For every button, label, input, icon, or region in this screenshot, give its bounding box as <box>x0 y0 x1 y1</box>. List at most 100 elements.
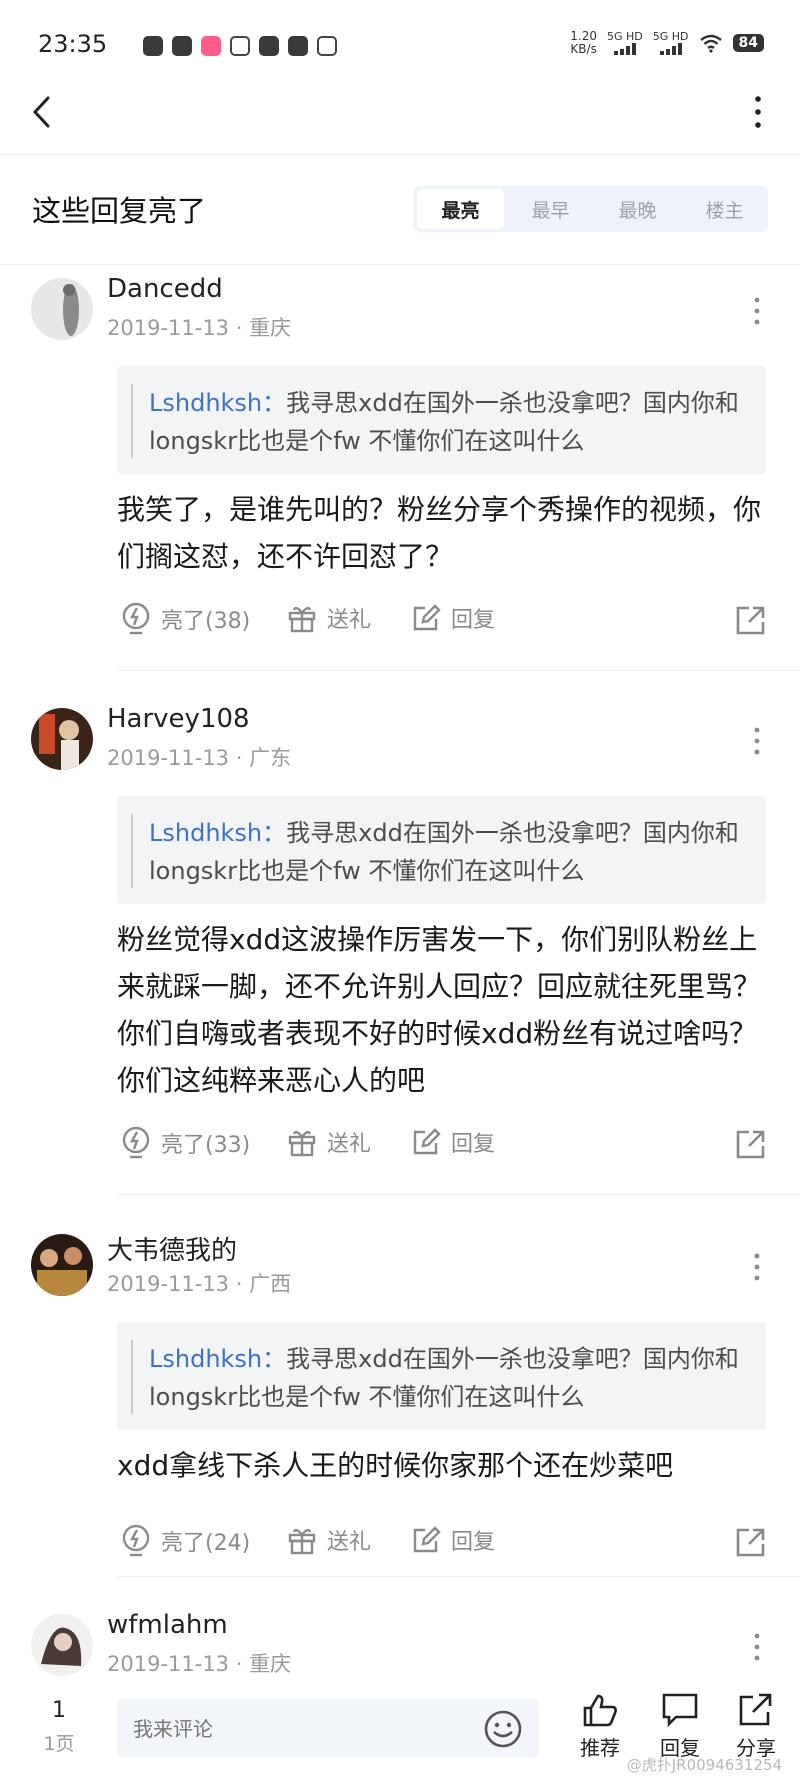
username[interactable]: 大韦德我的 <box>107 1230 237 1267</box>
comment-meta: 2019-11-13 · 重庆 <box>107 316 292 340</box>
top-nav <box>0 96 800 155</box>
recommend-button[interactable]: 推荐 <box>570 1692 630 1761</box>
lightbulb-icon <box>122 1524 150 1557</box>
comment-body: xdd拿线下杀人王的时候你家那个还在炒菜吧 <box>117 1449 674 1482</box>
comment-input[interactable] <box>117 1698 465 1760</box>
gift-button[interactable]: 送礼 <box>287 1524 371 1556</box>
comment-date: 2019-11-13 <box>107 1272 230 1296</box>
quote-username[interactable]: Lshdhksh： <box>149 389 286 417</box>
bottom-bar: 1 1页 推荐 回复 分享 @虎扑JR0094631254 <box>0 1680 800 1778</box>
status-indicators: 1.20 KB/s 5G HD 5G HD 84 <box>570 30 764 56</box>
edit-icon <box>413 1128 441 1155</box>
weibo-icon <box>143 36 163 56</box>
gift-button[interactable]: 送礼 <box>287 602 371 634</box>
edit-icon <box>413 604 441 631</box>
page-indicator[interactable]: 1 1页 <box>36 1698 82 1756</box>
thumbs-up-icon <box>583 1694 617 1727</box>
share-icon[interactable] <box>735 604 767 636</box>
divider <box>0 264 800 265</box>
more-icon[interactable] <box>752 726 762 756</box>
battery-indicator: 84 <box>732 34 764 52</box>
gift-icon <box>288 1528 316 1555</box>
lightbulb-icon <box>122 1126 150 1159</box>
avatar[interactable] <box>31 1614 93 1676</box>
quote-bar <box>131 384 133 458</box>
speech-bubble-icon <box>662 1693 698 1728</box>
username[interactable]: wfmlahm <box>107 1610 228 1640</box>
divider <box>117 1194 800 1195</box>
signal-icon: 5G HD <box>653 31 689 55</box>
quote-username[interactable]: Lshdhksh： <box>149 1345 286 1373</box>
page-current: 1 <box>52 1698 66 1723</box>
comment-region: 广东 <box>249 746 292 770</box>
comment-meta: 2019-11-13 · 重庆 <box>107 1652 292 1676</box>
app-icon <box>230 36 250 56</box>
comment-body: 粉丝觉得xdd这波操作厉害发一下，你们别队粉丝上来就踩一脚，还不允许别人回应？回… <box>117 923 762 1097</box>
quote-bar <box>131 814 133 888</box>
like-button[interactable]: 亮了(38) <box>121 602 250 636</box>
comment-meta: 2019-11-13 · 广东 <box>107 746 292 770</box>
avatar[interactable] <box>31 278 93 340</box>
share-icon[interactable] <box>735 1526 767 1558</box>
comment-actions: 亮了(24) 送礼 回复 <box>117 1524 767 1564</box>
more-icon[interactable] <box>752 1252 762 1282</box>
app-icon <box>288 36 308 56</box>
quoted-reply[interactable]: Lshdhksh：我寻思xdd在国外一杀也没拿吧？国内你和longskr比也是个… <box>117 1322 766 1430</box>
sort-tabs: 最亮 最早 最晚 楼主 <box>414 186 768 232</box>
tab-op-only[interactable]: 楼主 <box>681 186 768 232</box>
more-options-icon[interactable] <box>746 96 770 136</box>
quote-username[interactable]: Lshdhksh： <box>149 819 286 847</box>
lightbulb-icon <box>122 602 150 635</box>
comment-region: 广西 <box>249 1272 292 1296</box>
avatar[interactable] <box>31 708 93 770</box>
reply-button[interactable]: 回复 <box>411 1524 495 1556</box>
quoted-reply[interactable]: Lshdhksh：我寻思xdd在国外一杀也没拿吧？国内你和longskr比也是个… <box>117 796 766 904</box>
wechat-icon <box>259 36 279 56</box>
status-time: 23:35 <box>38 30 108 58</box>
app-icon <box>317 36 337 56</box>
comment-actions: 亮了(33) 送礼 回复 <box>117 1126 767 1166</box>
quoted-reply[interactable]: Lshdhksh：我寻思xdd在国外一杀也没拿吧？国内你和longskr比也是个… <box>117 366 766 474</box>
tab-earliest[interactable]: 最早 <box>507 186 594 232</box>
share-bar-button[interactable]: 分享 <box>726 1692 786 1761</box>
comment-date: 2019-11-13 <box>107 316 230 340</box>
comment-region: 重庆 <box>249 1652 292 1676</box>
tab-hottest[interactable]: 最亮 <box>417 189 504 229</box>
avatar[interactable] <box>31 1234 93 1296</box>
watermark: @虎扑JR0094631254 <box>626 1756 782 1774</box>
emoji-icon[interactable] <box>483 1709 523 1749</box>
share-icon <box>739 1693 772 1726</box>
more-icon[interactable] <box>752 296 762 326</box>
more-icon[interactable] <box>752 1632 762 1662</box>
signal-icon: 5G HD <box>607 31 643 55</box>
quote-bar <box>131 1340 133 1414</box>
comment-date: 2019-11-13 <box>107 1652 230 1676</box>
edit-icon <box>413 1526 441 1553</box>
username[interactable]: Dancedd <box>107 274 223 304</box>
username[interactable]: Harvey108 <box>107 704 250 734</box>
gift-icon <box>288 1130 316 1157</box>
comment-meta: 2019-11-13 · 广西 <box>107 1272 292 1296</box>
like-button[interactable]: 亮了(24) <box>121 1524 250 1558</box>
app-icon <box>172 36 192 56</box>
reply-bar-button[interactable]: 回复 <box>650 1692 710 1761</box>
comment-actions: 亮了(38) 送礼 回复 <box>117 602 767 642</box>
gift-icon <box>288 606 316 633</box>
divider <box>117 670 800 671</box>
like-button[interactable]: 亮了(33) <box>121 1126 250 1160</box>
tab-latest[interactable]: 最晚 <box>594 186 681 232</box>
net-speed: 1.20 KB/s <box>570 29 597 56</box>
notification-icons <box>143 36 337 56</box>
reply-button[interactable]: 回复 <box>411 602 495 634</box>
app-icon <box>201 36 221 56</box>
comment-date: 2019-11-13 <box>107 746 230 770</box>
gift-button[interactable]: 送礼 <box>287 1126 371 1158</box>
reply-button[interactable]: 回复 <box>411 1126 495 1158</box>
comment-input-box[interactable] <box>117 1698 539 1760</box>
section-title: 这些回复亮了 <box>32 194 207 228</box>
back-icon[interactable] <box>30 96 70 136</box>
divider <box>117 1576 800 1577</box>
share-icon[interactable] <box>735 1128 767 1160</box>
status-bar: 23:35 1.20 KB/s 5G HD 5G HD 84 <box>0 0 800 96</box>
wifi-icon <box>699 34 722 53</box>
